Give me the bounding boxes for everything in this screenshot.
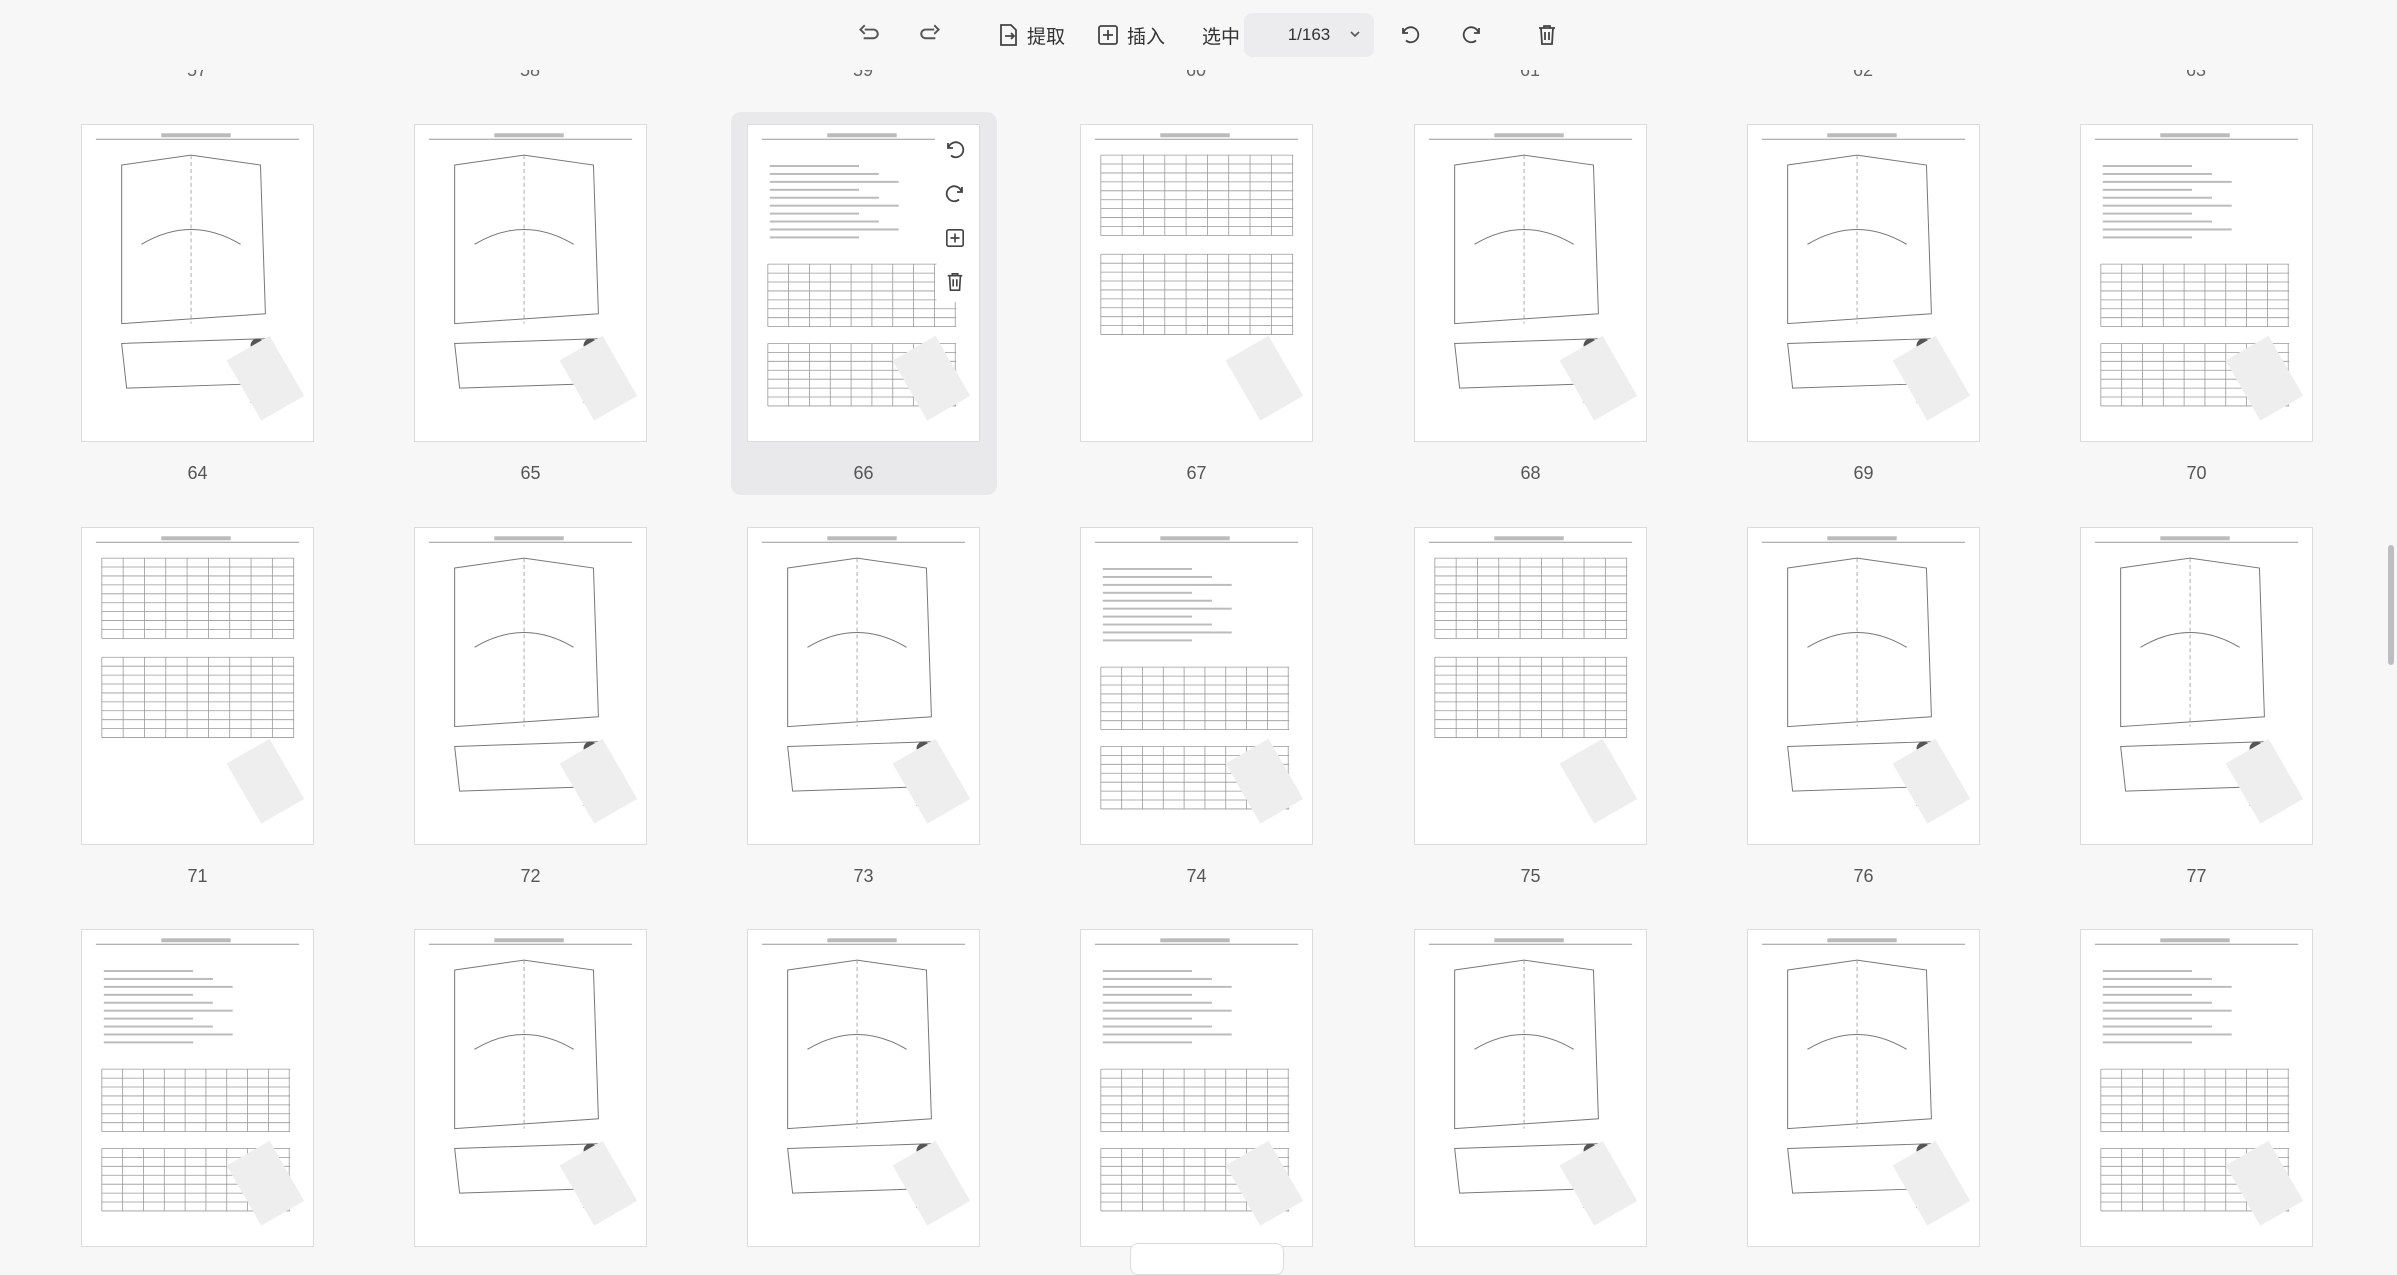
page-thumbnail[interactable] bbox=[2080, 527, 2313, 845]
redo-button[interactable] bbox=[918, 14, 944, 56]
page-number: 67 bbox=[1186, 463, 1207, 483]
page-number: 65 bbox=[520, 463, 541, 483]
rotate-left-page-button[interactable] bbox=[935, 130, 975, 170]
rotate-right-page-button[interactable] bbox=[935, 174, 975, 214]
chevron-down-icon bbox=[1350, 31, 1360, 38]
page-thumbnail[interactable] bbox=[414, 929, 647, 1247]
page-thumbnail[interactable] bbox=[1080, 527, 1313, 845]
page-thumbnail[interactable] bbox=[747, 929, 980, 1247]
page-number: 66 bbox=[853, 463, 874, 483]
redo-icon bbox=[920, 24, 940, 40]
rotate-right-icon bbox=[945, 185, 963, 203]
page-thumbnail[interactable] bbox=[1080, 124, 1313, 442]
insert-page-button[interactable] bbox=[935, 218, 975, 258]
trash-icon bbox=[1539, 25, 1555, 45]
page-number: 73 bbox=[853, 866, 874, 886]
delete-page-button[interactable] bbox=[935, 262, 975, 302]
page-number: 75 bbox=[1520, 866, 1541, 886]
page-indicator: 1/163 bbox=[1287, 25, 1331, 44]
toolbar: 提取 插入 选中 1/163 bbox=[0, 0, 2397, 70]
page-number: 72 bbox=[520, 866, 541, 886]
rotate-left-icon bbox=[947, 141, 965, 159]
page-thumbnail[interactable] bbox=[1747, 527, 1980, 845]
page-thumbnail[interactable] bbox=[81, 929, 314, 1247]
page-thumbnail[interactable] bbox=[414, 527, 647, 845]
page-select[interactable]: 1/163 bbox=[1244, 13, 1374, 57]
page-thumbnail[interactable] bbox=[1747, 929, 1980, 1247]
extract-label: 提取 bbox=[1027, 26, 1066, 48]
page-thumbnail[interactable] bbox=[1414, 929, 1647, 1247]
page-thumbnail[interactable] bbox=[414, 124, 647, 442]
page-thumbnail[interactable] bbox=[1080, 929, 1313, 1247]
page-number: 68 bbox=[1520, 463, 1541, 483]
select-label: 选中 bbox=[1202, 26, 1241, 48]
page-thumbnail[interactable] bbox=[81, 124, 314, 442]
page-number: 64 bbox=[187, 463, 208, 483]
delete-button[interactable] bbox=[1536, 14, 1558, 56]
insert-icon bbox=[946, 229, 964, 247]
page-number: 71 bbox=[187, 866, 208, 886]
scrollbar[interactable] bbox=[2388, 545, 2394, 665]
page-thumbnail[interactable] bbox=[1414, 124, 1647, 442]
rotate-left-icon bbox=[1402, 26, 1420, 44]
insert-label: 插入 bbox=[1127, 26, 1166, 48]
extract-icon bbox=[1000, 24, 1017, 46]
floating-page-pill[interactable] bbox=[1130, 1243, 1284, 1275]
rotate-left-button[interactable] bbox=[1398, 14, 1422, 56]
page-number: 76 bbox=[1853, 866, 1874, 886]
insert-button[interactable]: 插入 bbox=[1097, 14, 1165, 56]
trash-icon bbox=[947, 273, 963, 291]
rotate-right-icon bbox=[1462, 26, 1480, 44]
page-number: 74 bbox=[1186, 866, 1207, 886]
page-thumbnail[interactable] bbox=[2080, 929, 2313, 1247]
page-number: 70 bbox=[2186, 463, 2207, 483]
undo-button[interactable] bbox=[855, 14, 881, 56]
rotate-right-button[interactable] bbox=[1460, 14, 1484, 56]
insert-icon bbox=[1098, 25, 1118, 45]
extract-button[interactable]: 提取 bbox=[997, 14, 1065, 56]
page-number: 69 bbox=[1853, 463, 1874, 483]
undo-icon bbox=[859, 24, 879, 40]
page-thumbnail[interactable] bbox=[2080, 124, 2313, 442]
page-action-tools bbox=[935, 130, 975, 302]
page-thumbnail[interactable] bbox=[747, 527, 980, 845]
page-thumbnail[interactable] bbox=[81, 527, 314, 845]
page-thumbnail[interactable] bbox=[1747, 124, 1980, 442]
page-thumbnail[interactable] bbox=[1414, 527, 1647, 845]
page-number: 77 bbox=[2186, 866, 2207, 886]
